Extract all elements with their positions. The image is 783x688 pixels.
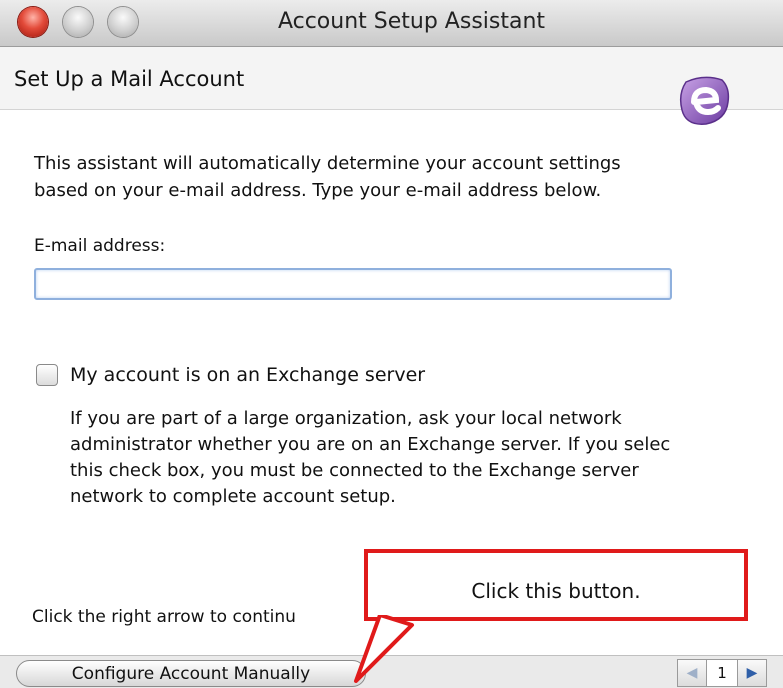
callout-pointer-icon	[354, 615, 414, 683]
email-label: E-mail address:	[34, 236, 166, 256]
callout-text: Click this button.	[471, 579, 641, 603]
previous-page-icon[interactable]: ◀	[677, 659, 707, 687]
exchange-checkbox-label[interactable]: My account is on an Exchange server	[70, 364, 425, 386]
description-line: If you are part of a large organization,…	[70, 408, 622, 429]
intro-line: This assistant will automatically determ…	[34, 153, 621, 174]
window-title: Account Setup Assistant	[277, 9, 546, 34]
description-line: this check box, you must be connected to…	[70, 460, 639, 481]
exchange-description: If you are part of a large organization,…	[70, 406, 783, 510]
entourage-logo-icon	[679, 76, 730, 125]
description-line: administrator whether you are on an Exch…	[70, 434, 671, 455]
exchange-checkbox[interactable]	[36, 364, 58, 386]
next-page-icon[interactable]: ▶	[737, 659, 767, 687]
description-line: network to complete account setup.	[70, 486, 396, 507]
intro-text: This assistant will automatically determ…	[34, 150, 754, 204]
page-navigator: ◀ 1 ▶	[677, 659, 767, 687]
page-title: Set Up a Mail Account	[14, 67, 245, 91]
header-panel: Set Up a Mail Account	[0, 47, 783, 110]
page-number: 1	[707, 659, 737, 687]
continue-hint: Click the right arrow to continu	[32, 607, 296, 627]
annotation-callout: Click this button.	[364, 549, 748, 621]
email-input[interactable]	[34, 268, 672, 300]
configure-manually-button[interactable]: Configure Account Manually	[16, 660, 366, 687]
intro-line: based on your e-mail address. Type your …	[34, 180, 602, 201]
title-bar[interactable]: Account Setup Assistant	[0, 0, 783, 47]
